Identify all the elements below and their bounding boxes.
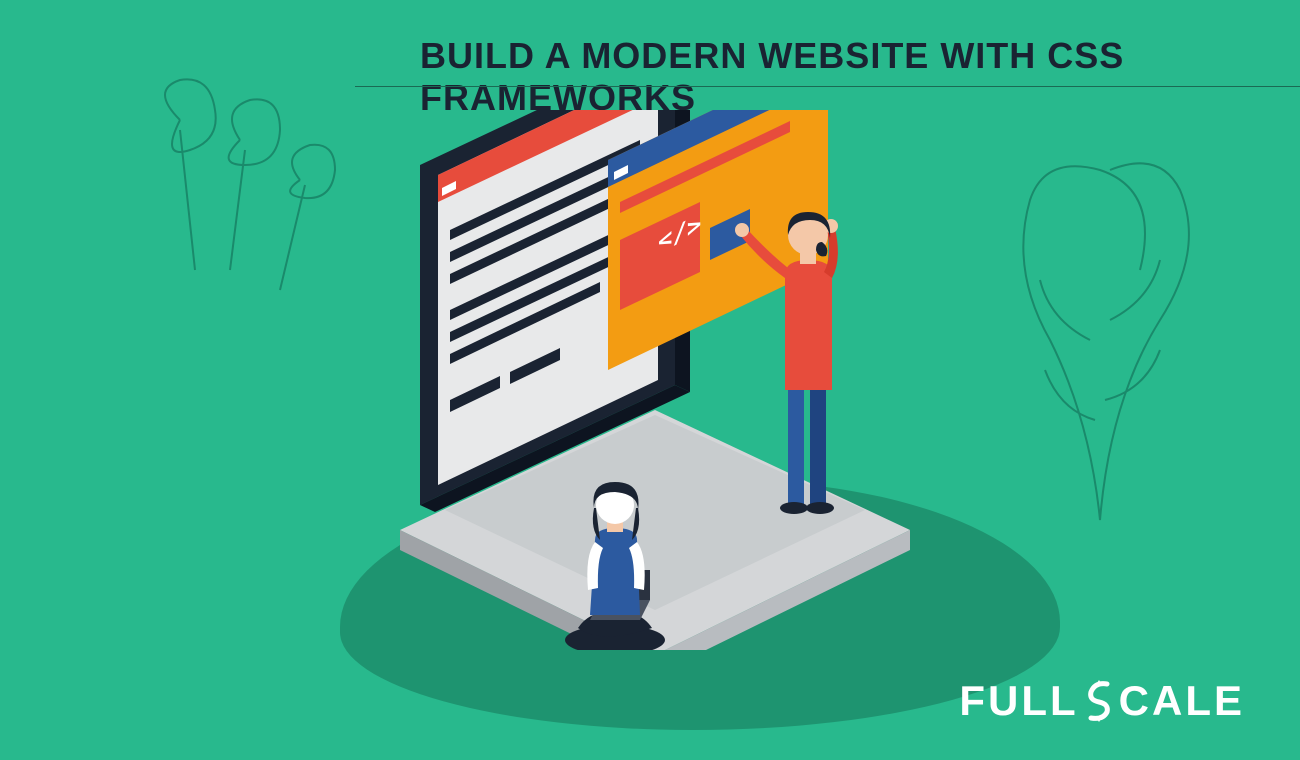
laptop-illustration: </> xyxy=(390,110,920,650)
leaf-decoration-right xyxy=(950,140,1250,540)
logo-s-icon xyxy=(1085,680,1113,722)
leaf-decoration-left xyxy=(120,70,370,320)
page-title: BUILD A MODERN WEBSITE WITH CSS FRAMEWOR… xyxy=(420,35,1240,119)
brand-logo: FULL CALE xyxy=(959,677,1245,725)
title-underline xyxy=(355,86,1300,87)
logo-word-cale: CALE xyxy=(1119,677,1245,725)
logo-word-full: FULL xyxy=(959,677,1078,725)
